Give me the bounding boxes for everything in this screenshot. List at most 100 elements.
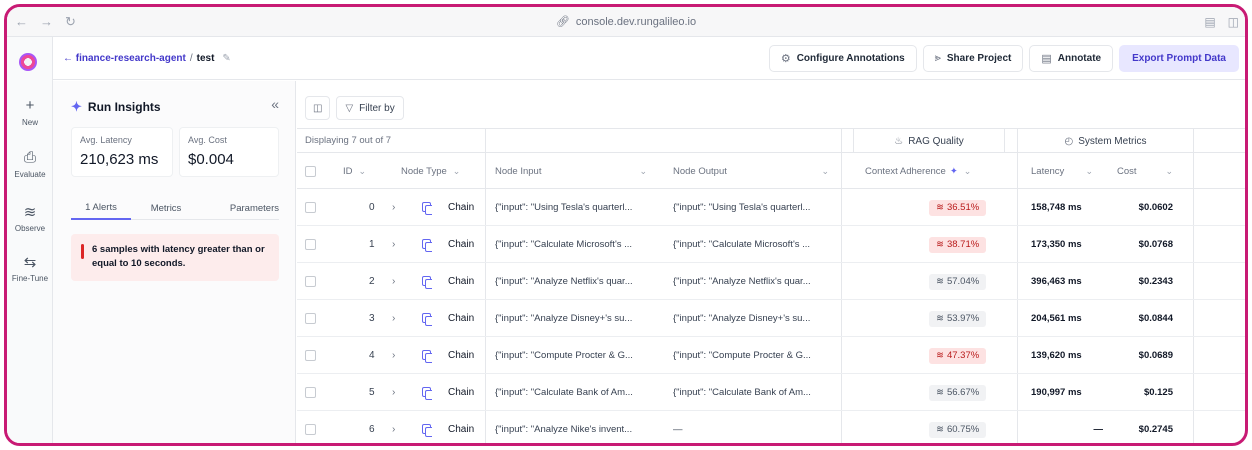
url-text: console.dev.rungalileo.io [575, 15, 697, 28]
node-type: Chain [448, 239, 475, 250]
sidebar-toggle-icon[interactable]: ◫ [1228, 15, 1239, 29]
rail-item-new[interactable]: + New [7, 97, 53, 127]
adherence-cell[interactable]: ≋ 57.04% [929, 263, 987, 300]
node-type: Chain [448, 276, 475, 287]
column-header-node-type[interactable]: Node Type ⌄ [401, 153, 460, 189]
node-output[interactable]: {"input": "Calculate Bank of Am... [673, 374, 843, 411]
group-rag-quality: ♨ RAG Quality [853, 129, 1005, 153]
adherence-cell[interactable]: ≋ 56.67% [929, 374, 987, 411]
table-row[interactable]: 3 › Chain {"input": "Analyze Disney+'s su..… [297, 300, 1245, 337]
expand-row-icon[interactable]: › [392, 226, 395, 263]
row-id: 5 [369, 387, 375, 398]
row-checkbox[interactable] [305, 263, 316, 300]
address-bar[interactable]: 🔗︎ console.dev.rungalileo.io [556, 15, 697, 29]
expand-row-icon[interactable]: › [392, 300, 395, 337]
reload-icon[interactable]: ↻ [65, 14, 76, 30]
forward-arrow-icon[interactable]: → [40, 14, 53, 30]
annotate-button[interactable]: ▤ Annotate [1029, 45, 1114, 72]
row-checkbox[interactable] [305, 374, 316, 411]
column-toggle-button[interactable]: ◫ [305, 96, 331, 120]
node-input[interactable]: {"input": "Using Tesla's quarterl... [495, 189, 665, 226]
rag-icon: ♨ [894, 135, 904, 147]
rail-item-evaluate[interactable]: ⎙ Evaluate [7, 149, 53, 179]
latency-value: 204,561 ms [1031, 313, 1082, 324]
configure-annotations-button[interactable]: ⚙ Configure Annotations [768, 45, 917, 72]
expand-row-icon[interactable]: › [392, 337, 395, 374]
row-checkbox[interactable] [305, 411, 316, 443]
node-output[interactable]: {"input": "Calculate Microsoft's ... [673, 226, 843, 263]
node-output[interactable]: {"input": "Analyze Disney+'s su... [673, 300, 843, 337]
breadcrumb-project-link[interactable]: ← finance-research-agent [63, 53, 186, 64]
panel-title: ✦ Run Insights [71, 99, 161, 115]
adherence-cell[interactable]: ≋ 36.51% [929, 189, 987, 226]
stat-avg-latency: Avg. Latency 210,623 ms [71, 127, 173, 177]
adherence-value: 38.71% [946, 239, 980, 250]
column-header-node-output[interactable]: Node Output ⌄ [673, 153, 829, 189]
expand-row-icon[interactable]: › [392, 411, 395, 443]
adherence-cell[interactable]: ≋ 38.71% [929, 226, 987, 263]
table-row[interactable]: 2 › Chain {"input": "Analyze Netflix's quar… [297, 263, 1245, 300]
expand-row-icon[interactable]: › [392, 189, 395, 226]
node-output[interactable]: {"input": "Using Tesla's quarterl... [673, 189, 843, 226]
node-input[interactable]: {"input": "Analyze Disney+'s su... [495, 300, 665, 337]
export-prompt-data-button[interactable]: Export Prompt Data [1119, 45, 1239, 72]
column-header-node-input[interactable]: Node Input ⌄ [495, 153, 647, 189]
tab-parameters[interactable]: Parameters [201, 196, 279, 220]
node-output[interactable]: {"input": "Compute Procter & G... [673, 337, 843, 374]
column-header-latency[interactable]: Latency ⌄ [1031, 153, 1093, 189]
table-row[interactable]: 0 › Chain {"input": "Using Tesla's quarterl… [297, 189, 1245, 226]
share-project-button[interactable]: ⪢ Share Project [922, 45, 1024, 72]
adherence-badge: ≋ 47.37% [929, 347, 987, 364]
column-header-id[interactable]: ID ⌄ [343, 153, 366, 189]
expand-row-icon[interactable]: › [392, 374, 395, 411]
select-all-checkbox[interactable] [305, 153, 316, 189]
row-checkbox[interactable] [305, 337, 316, 374]
filter-button[interactable]: ▽ Filter by [336, 96, 404, 120]
node-output[interactable]: {"input": "Analyze Netflix's quar... [673, 263, 843, 300]
table-row[interactable]: 5 › Chain {"input": "Calculate Bank of Am..… [297, 374, 1245, 411]
chain-icon [422, 226, 432, 263]
node-input[interactable]: {"input": "Analyze Nike's invent... [495, 411, 665, 443]
collapse-panel-icon[interactable]: « [271, 96, 279, 112]
reader-icon[interactable]: ▤ [1204, 15, 1215, 29]
edit-icon[interactable]: ✎ [222, 53, 230, 64]
tab-metrics[interactable]: Metrics [131, 196, 201, 220]
table-row[interactable]: 4 › Chain {"input": "Compute Procter & G...… [297, 337, 1245, 374]
row-id: 6 [369, 424, 375, 435]
column-header-context-adherence[interactable]: Context Adherence ✦ ⌄ [865, 153, 971, 189]
adherence-value: 47.37% [946, 350, 980, 361]
node-input[interactable]: {"input": "Analyze Netflix's quar... [495, 263, 665, 300]
latency-alert[interactable]: 6 samples with latency greater than or e… [71, 234, 279, 281]
row-checkbox[interactable] [305, 189, 316, 226]
chevron-down-icon: ⌄ [1085, 165, 1093, 176]
header-label: Context Adherence [865, 165, 946, 177]
rail-item-label: Observe [14, 224, 46, 233]
expand-row-icon[interactable]: › [392, 263, 395, 300]
row-checkbox[interactable] [305, 226, 316, 263]
table-row[interactable]: 6 › Chain {"input": "Analyze Nike's invent.… [297, 411, 1245, 443]
galileo-logo[interactable] [19, 53, 37, 71]
adherence-cell[interactable]: ≋ 53.97% [929, 300, 987, 337]
rail-item-observe[interactable]: ≋ Observe [7, 203, 53, 233]
row-checkbox[interactable] [305, 300, 316, 337]
stat-label: Avg. Cost [188, 135, 227, 145]
adherence-cell[interactable]: ≋ 47.37% [929, 337, 987, 374]
adherence-cell[interactable]: ≋ 60.75% [929, 411, 987, 443]
adherence-badge: ≋ 56.67% [929, 384, 987, 401]
run-insights-panel: ✦ Run Insights « Avg. Latency 210,623 ms… [53, 81, 296, 443]
back-arrow-icon[interactable]: ← [15, 14, 28, 30]
adherence-badge: ≋ 60.75% [929, 421, 987, 438]
tab-alerts[interactable]: 1 Alerts [71, 196, 131, 220]
table-row[interactable]: 1 › Chain {"input": "Calculate Microsoft's … [297, 226, 1245, 263]
row-id: 0 [369, 202, 375, 213]
cost-value: $0.0602 [1138, 202, 1173, 213]
latency-value: 396,463 ms [1031, 276, 1082, 287]
node-input[interactable]: {"input": "Calculate Bank of Am... [495, 374, 665, 411]
insights-tabs: 1 Alerts Metrics Parameters [71, 196, 279, 220]
column-header-cost[interactable]: Cost ⌄ [1117, 153, 1173, 189]
node-input[interactable]: {"input": "Calculate Microsoft's ... [495, 226, 665, 263]
node-input[interactable]: {"input": "Compute Procter & G... [495, 337, 665, 374]
rail-item-fine-tune[interactable]: ⇆ Fine-Tune [7, 253, 53, 283]
chain-icon [422, 300, 432, 337]
node-output[interactable]: — [673, 411, 843, 443]
